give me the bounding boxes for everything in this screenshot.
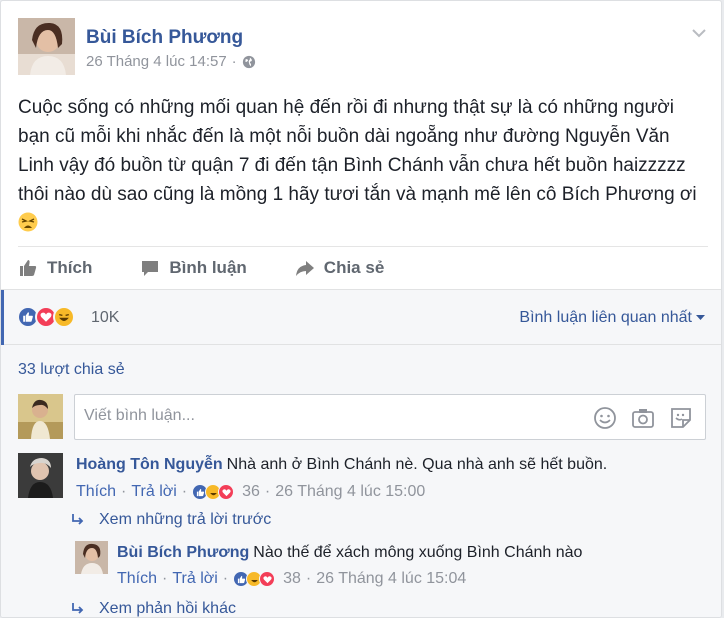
camera-icon[interactable] bbox=[631, 406, 655, 430]
reply-arrow-icon bbox=[72, 514, 84, 525]
sticker-icon[interactable] bbox=[669, 406, 693, 430]
comment-placeholder: Viết bình luận... bbox=[84, 407, 195, 424]
reply-reaction-count[interactable]: 38 bbox=[283, 570, 301, 588]
post-meta: 26 Tháng 4 lúc 14:57 · bbox=[86, 53, 256, 70]
caret-down-icon bbox=[696, 315, 705, 320]
comment-reaction-icons[interactable] bbox=[192, 484, 235, 500]
reply-reaction-icons[interactable] bbox=[233, 571, 276, 587]
post-timestamp[interactable]: 26 Tháng 4 lúc 14:57 bbox=[86, 53, 227, 70]
share-arrow-icon bbox=[295, 260, 314, 276]
meta-separator: · bbox=[231, 53, 237, 70]
haha-reaction-icon bbox=[53, 306, 75, 328]
like-label: Thích bbox=[47, 257, 93, 277]
current-user-avatar bbox=[18, 394, 63, 439]
comment-time[interactable]: 26 Tháng 4 lúc 15:00 bbox=[275, 483, 425, 501]
composer-tools bbox=[593, 406, 693, 430]
share-button[interactable]: Chia sẻ bbox=[295, 258, 384, 278]
view-previous-replies-label: Xem những trả lời trước bbox=[99, 511, 272, 528]
reply-reply-link[interactable]: Trả lời bbox=[172, 570, 217, 588]
comment-label: Bình luận bbox=[169, 257, 247, 277]
view-more-replies[interactable]: Xem phản hồi khác bbox=[71, 600, 236, 617]
meta-dot: · bbox=[181, 483, 188, 500]
comment-like-link[interactable]: Thích bbox=[76, 483, 116, 501]
like-button[interactable]: Thích bbox=[18, 258, 92, 278]
comment-reaction-count[interactable]: 36 bbox=[242, 483, 260, 501]
reply-time[interactable]: 26 Tháng 4 lúc 15:04 bbox=[316, 570, 466, 588]
emoji-icon[interactable] bbox=[593, 406, 617, 430]
reply-text: Nào thế để xách mông xuống Bình Chánh nà… bbox=[253, 544, 583, 561]
comment-reply-link[interactable]: Trả lời bbox=[131, 483, 176, 501]
meta-dot: · bbox=[222, 570, 229, 587]
reply-arrow-icon bbox=[72, 603, 84, 614]
reactions-accent bbox=[1, 290, 4, 345]
replier-name[interactable]: Bùi Bích Phương bbox=[117, 544, 249, 561]
replier-avatar[interactable] bbox=[75, 541, 108, 574]
reply-item: Bùi Bích Phương Nào thế để xách mông xuốn… bbox=[75, 541, 705, 597]
tired-face-emoji-icon bbox=[18, 212, 38, 232]
comment-sort-dropdown[interactable]: Bình luận liên quan nhất bbox=[519, 309, 705, 327]
sort-label: Bình luận liên quan nhất bbox=[519, 309, 692, 326]
post-actions: Thích Bình luận Chia sẻ bbox=[18, 246, 708, 288]
reply-like-link[interactable]: Thích bbox=[117, 570, 157, 588]
reply-meta: Thích · Trả lời · 38 · 26 Tháng 4 lúc 15… bbox=[117, 570, 466, 588]
comment-button[interactable]: Bình luận bbox=[140, 257, 247, 278]
thumbs-up-icon bbox=[20, 259, 37, 276]
meta-dot: · bbox=[305, 570, 312, 587]
chevron-down-icon[interactable] bbox=[690, 24, 708, 42]
post-header: Bùi Bích Phương 26 Tháng 4 lúc 14:57 · bbox=[18, 18, 708, 78]
shares-count[interactable]: 33 lượt chia sẻ bbox=[18, 361, 125, 379]
meta-dot: · bbox=[264, 483, 271, 500]
love-reaction-icon bbox=[259, 571, 276, 587]
commenter-avatar[interactable] bbox=[18, 453, 63, 498]
view-previous-replies[interactable]: Xem những trả lời trước bbox=[71, 511, 271, 529]
commenter-name[interactable]: Hoàng Tôn Nguyễn bbox=[76, 456, 223, 473]
share-label: Chia sẻ bbox=[323, 257, 385, 277]
comment-input[interactable]: Viết bình luận... bbox=[74, 394, 706, 440]
comment-meta: Thích · Trả lời · 36 · 26 Tháng 4 lúc 15… bbox=[76, 483, 425, 501]
globe-icon[interactable] bbox=[242, 55, 256, 69]
post-author[interactable]: Bùi Bích Phương bbox=[86, 27, 243, 49]
comment-composer: Viết bình luận... bbox=[18, 394, 708, 442]
post-text: Cuộc sống có những mối quan hệ đến rồi đ… bbox=[18, 97, 697, 205]
comment-item: Hoàng Tôn Nguyễn Nhà anh ở Bình Chánh nè.… bbox=[18, 453, 708, 513]
comment-text: Nhà anh ở Bình Chánh nè. Qua nhà anh sẽ … bbox=[226, 456, 608, 473]
reactions-bar: 10K Bình luận liên quan nhất bbox=[1, 289, 721, 345]
meta-dot: · bbox=[121, 483, 127, 500]
love-reaction-icon bbox=[218, 484, 235, 500]
post-card: Bùi Bích Phương 26 Tháng 4 lúc 14:57 · C… bbox=[0, 0, 722, 618]
author-avatar[interactable] bbox=[18, 18, 75, 75]
meta-dot: · bbox=[162, 570, 168, 587]
comment-body: Hoàng Tôn Nguyễn Nhà anh ở Bình Chánh nè.… bbox=[76, 456, 607, 474]
comment-icon bbox=[142, 260, 159, 276]
reaction-icons[interactable] bbox=[17, 306, 75, 328]
post-body: Cuộc sống có những mối quan hệ đến rồi đ… bbox=[18, 93, 708, 238]
reply-body: Bùi Bích Phương Nào thế để xách mông xuốn… bbox=[117, 544, 582, 562]
reaction-count[interactable]: 10K bbox=[91, 309, 119, 327]
view-more-replies-label: Xem phản hồi khác bbox=[99, 600, 236, 617]
